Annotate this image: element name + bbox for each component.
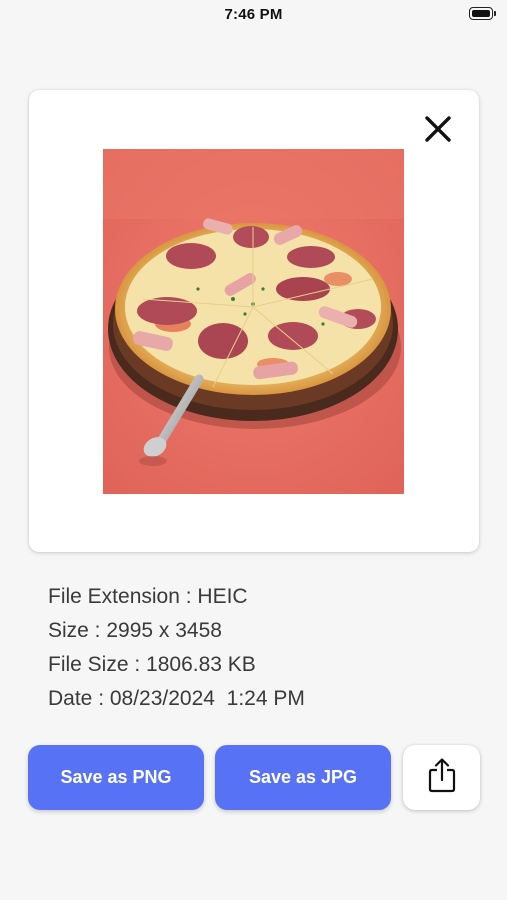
status-bar: 7:46 PM [0,0,507,32]
image-dimensions-text: Size : 2995 x 3458 [48,619,222,642]
share-icon [427,757,457,798]
photo-preview [103,149,404,494]
image-preview-card [29,90,479,552]
save-as-jpg-button[interactable]: Save as JPG [215,745,391,810]
close-icon[interactable] [423,114,453,144]
share-button[interactable] [403,745,480,810]
file-extension-text: File Extension : HEIC [48,585,248,608]
status-time: 7:46 PM [224,6,283,23]
file-info: File Extension : HEIC Size : 2995 x 3458… [48,580,468,716]
save-as-png-button[interactable]: Save as PNG [28,745,204,810]
date-text: Date : 08/23/2024 1:24 PM [48,687,305,710]
battery-full-icon [469,7,497,20]
file-size-text: File Size : 1806.83 KB [48,653,256,676]
